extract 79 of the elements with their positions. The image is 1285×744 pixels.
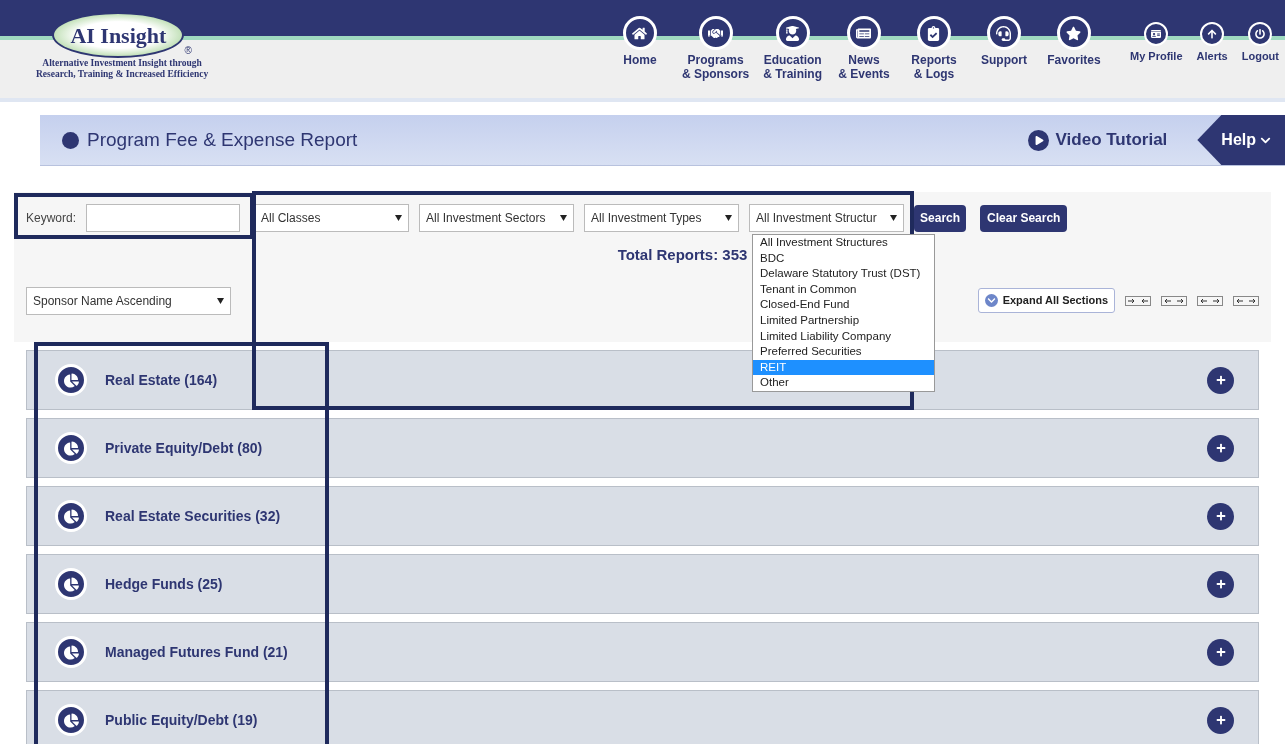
id-card-icon (1144, 22, 1169, 46)
expand-icon[interactable] (1207, 570, 1234, 598)
power-icon (1248, 22, 1273, 46)
logo[interactable]: AI Insight (52, 12, 185, 58)
user-link[interactable]: Alerts (1196, 22, 1228, 63)
section-row[interactable]: Private Equity/Debt (80) (26, 418, 1259, 478)
section-row[interactable]: Hedge Funds (25) (26, 554, 1259, 614)
pie-chart-icon (55, 568, 87, 600)
dropdown-option[interactable]: Limited Liability Company (753, 328, 934, 345)
expand-icon[interactable] (1207, 434, 1234, 462)
clear-search-button[interactable]: Clear Search (980, 204, 1068, 232)
nav-link[interactable]: Programs & Sponsors (681, 16, 750, 81)
help-button[interactable]: Help (1197, 115, 1285, 165)
class-select[interactable]: All Classes (254, 204, 410, 232)
bullet-icon (62, 131, 79, 149)
pie-chart-icon (55, 704, 87, 736)
dropdown-option[interactable]: Closed-End Fund (753, 297, 934, 313)
dropdown-option[interactable]: All Investment Structures (753, 235, 934, 251)
caret-icon (560, 215, 568, 221)
play-icon (1027, 129, 1049, 151)
tagline: Alternative Investment Insight through (42, 58, 202, 69)
nav-link[interactable]: Support (975, 16, 1032, 67)
sector-select[interactable]: All Investment Sectors (419, 204, 575, 232)
clipboard-icon (916, 16, 951, 50)
section-row[interactable]: Real Estate Securities (32) (26, 486, 1259, 546)
caret-icon (890, 215, 898, 221)
search-button[interactable]: Search (914, 204, 967, 232)
handshake-icon (698, 16, 733, 50)
user-link[interactable]: My Profile (1129, 22, 1183, 63)
user-link[interactable]: Logout (1241, 22, 1279, 63)
section-title: Real Estate (164) (105, 370, 218, 390)
expand-icon[interactable] (1207, 706, 1234, 734)
type-select[interactable]: All Investment Types (584, 204, 740, 232)
dropdown-option[interactable]: BDC (753, 250, 934, 267)
pie-chart-icon (55, 636, 87, 668)
keyword-label: Keyword: (26, 210, 77, 227)
section-title: Hedge Funds (25) (105, 574, 223, 594)
caret-icon (395, 215, 403, 221)
section-title: Private Equity/Debt (80) (105, 438, 263, 458)
section-row[interactable]: Public Equity/Debt (19) (26, 690, 1259, 744)
nav-link[interactable]: Reports & Logs (905, 16, 962, 81)
expand-icon[interactable] (1207, 502, 1234, 530)
dropdown-option[interactable]: Tenant in Common (753, 281, 934, 298)
nav-link[interactable]: Education & Training (763, 16, 822, 81)
section-title: Managed Futures Fund (21) (105, 642, 288, 662)
widest-icon[interactable] (1233, 295, 1259, 306)
nav-link[interactable]: Home (611, 16, 668, 67)
expand-icon[interactable] (1207, 366, 1234, 394)
pie-chart-icon (55, 500, 87, 532)
pie-chart-icon (55, 364, 87, 396)
nav-link[interactable]: News & Events (835, 16, 892, 81)
caret-icon (725, 215, 733, 221)
section-row[interactable]: Managed Futures Fund (21) (26, 622, 1259, 682)
nav-link[interactable]: Favorites (1045, 16, 1102, 67)
newspaper-icon (846, 16, 881, 50)
expand-icon[interactable] (1207, 638, 1234, 666)
expand-width-icon[interactable] (1161, 295, 1187, 306)
registered-mark: ® (184, 44, 192, 58)
section-title: Public Equity/Debt (19) (105, 710, 258, 730)
section-title: Real Estate Securities (32) (105, 506, 281, 526)
pie-chart-icon (55, 432, 87, 464)
total-reports: Total Reports: 353 (617, 245, 748, 265)
compress-width-icon[interactable] (1125, 295, 1151, 306)
tagline: Research, Training & Increased Efficiency (36, 69, 209, 80)
graduate-icon (775, 16, 810, 50)
house-icon (622, 16, 657, 50)
headset-icon (986, 16, 1021, 50)
dropdown-option[interactable]: Limited Partnership (753, 312, 934, 329)
chevron-icon (984, 294, 998, 307)
keyword-field[interactable] (86, 204, 241, 232)
dropdown-option[interactable]: Other (753, 375, 934, 391)
wider-icon[interactable] (1197, 295, 1223, 306)
video-tutorial-link[interactable]: Video Tutorial (1027, 127, 1168, 153)
page-title: Program Fee & Expense Report (87, 127, 358, 152)
dropdown-option[interactable]: Delaware Statutory Trust (DST) (753, 266, 934, 282)
expand-all-button[interactable]: Expand All Sections (977, 288, 1115, 313)
structure-select[interactable]: All Investment Structur (749, 204, 905, 232)
sort-select[interactable]: Sponsor Name Ascending (26, 286, 231, 315)
caret-icon (217, 297, 224, 304)
